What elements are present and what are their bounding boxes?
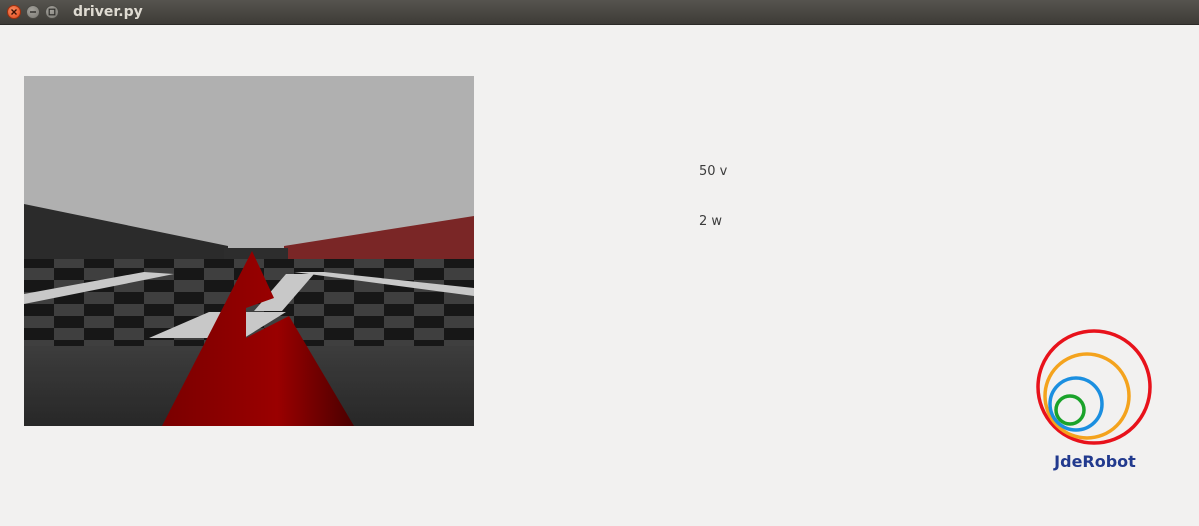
close-button[interactable] bbox=[7, 5, 21, 19]
close-icon bbox=[11, 9, 17, 15]
title-bar: driver.py bbox=[0, 0, 1199, 25]
logo-ring-orange bbox=[1043, 352, 1131, 440]
angular-velocity-readout: 2 w bbox=[699, 214, 723, 229]
window-title: driver.py bbox=[73, 4, 143, 20]
minimize-icon bbox=[30, 11, 36, 13]
maximize-icon bbox=[48, 8, 56, 16]
minimize-button[interactable] bbox=[26, 5, 40, 19]
maximize-button[interactable] bbox=[45, 5, 59, 19]
logo-text: JdeRobot bbox=[1054, 452, 1136, 471]
linear-velocity-readout: 50 v bbox=[699, 164, 728, 179]
logo-ring-green bbox=[1054, 394, 1086, 426]
camera-view bbox=[24, 76, 474, 426]
